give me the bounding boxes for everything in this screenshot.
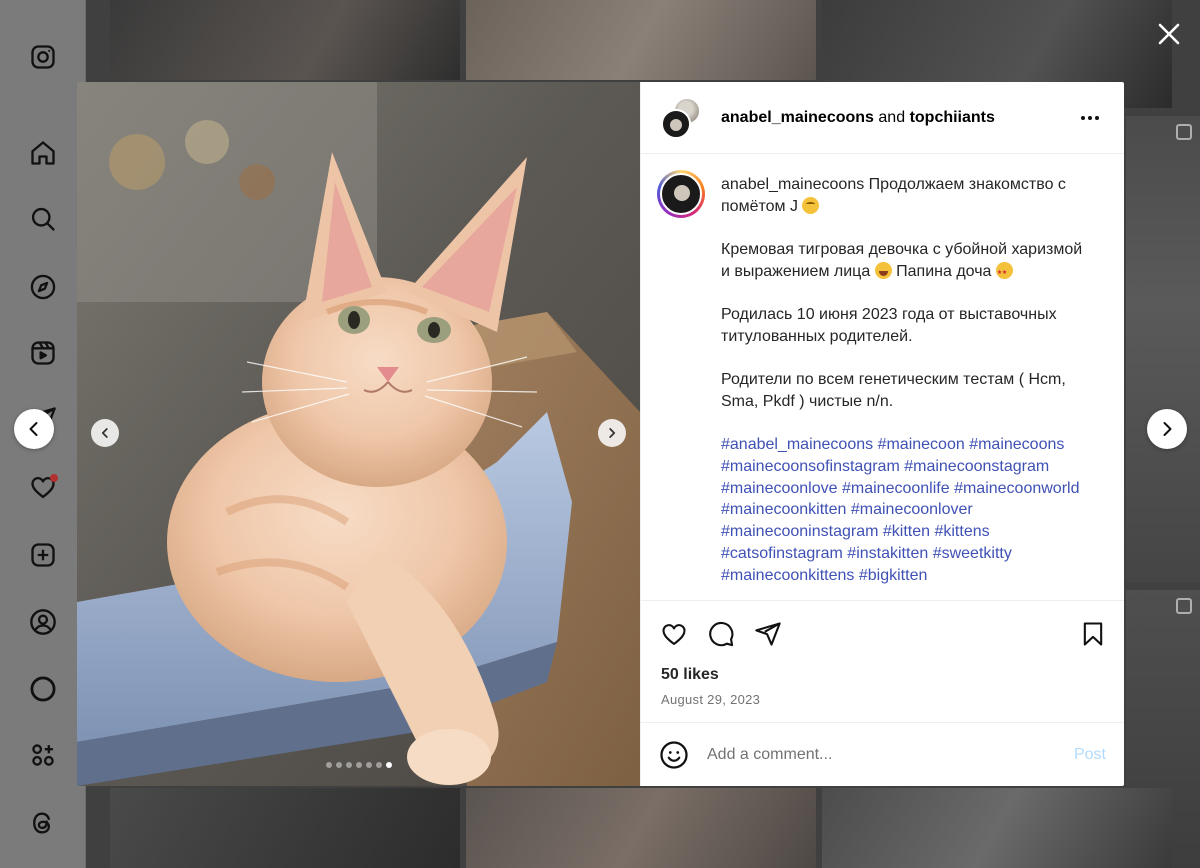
post-date: August 29, 2023 [661, 692, 761, 707]
hashtag-link[interactable]: #mainecoon [878, 436, 965, 453]
more-apps-icon[interactable] [28, 740, 58, 770]
avatar[interactable] [657, 170, 705, 218]
hashtag-link[interactable]: #mainecoonlove [721, 480, 838, 497]
post-caption: anabel_mainecoons Продолжаем знакомство … [721, 170, 1083, 600]
multi-photo-icon [1176, 124, 1192, 140]
carousel-next-button[interactable] [598, 419, 626, 447]
hashtag-link[interactable]: #catsofinstagram [721, 545, 843, 562]
next-post-button[interactable] [1147, 409, 1187, 449]
hashtag-link[interactable]: #mainecoonworld [954, 480, 1079, 497]
close-icon [1158, 23, 1180, 45]
grid-tile[interactable] [110, 788, 460, 868]
carousel-dot [325, 762, 332, 768]
star-struck-emoji-icon [995, 261, 1013, 284]
share-button[interactable] [753, 619, 783, 649]
like-button[interactable] [659, 619, 689, 649]
explore-icon[interactable] [28, 272, 58, 302]
hashtag-link[interactable]: #mainecoonkitten [721, 501, 846, 518]
chevron-left-icon [29, 422, 38, 436]
hashtag-link[interactable]: #instakitten [847, 545, 928, 562]
grid-tile[interactable] [466, 0, 816, 80]
comment-icon [709, 621, 734, 646]
hashtag-link[interactable]: #anabel_mainecoons [721, 436, 873, 453]
create-icon[interactable] [28, 540, 58, 570]
hashtag-link[interactable]: #mainecoonstagram [904, 458, 1049, 475]
grid-tile[interactable] [1126, 116, 1200, 582]
multi-photo-icon [1176, 598, 1192, 614]
notification-dot [50, 474, 58, 482]
grid-tile[interactable] [110, 0, 460, 80]
collaborator-link[interactable]: topchiiants [910, 109, 995, 126]
chevron-right-icon [609, 428, 616, 438]
carousel-dots [77, 762, 640, 768]
likes-count[interactable]: 50 likes [641, 666, 1124, 690]
avatar[interactable] [661, 108, 691, 139]
carousel-dot [335, 762, 342, 768]
hashtag-link[interactable]: #mainecoonsofinstagram [721, 458, 900, 475]
hashtag-link[interactable]: #mainecoonlife [842, 480, 950, 497]
share-icon [755, 621, 781, 646]
caption-paragraph-4: Родители по всем генетическим тестам ( H… [721, 371, 1066, 410]
post-side-panel: anabel_mainecoons and topchiiants anabel… [640, 82, 1124, 786]
post-modal: anabel_mainecoons and topchiiants anabel… [77, 82, 1124, 786]
author-link[interactable]: anabel_mainecoons [721, 109, 874, 126]
save-button[interactable] [1078, 619, 1108, 649]
grid-tile[interactable] [822, 788, 1172, 868]
collab-avatars[interactable] [661, 96, 703, 139]
hashtag-link[interactable]: #bigkitten [859, 567, 928, 584]
hashtag-link[interactable]: #kittens [934, 523, 989, 540]
more-options-button[interactable] [1078, 108, 1102, 128]
caption-username[interactable]: anabel_mainecoons [721, 176, 864, 193]
carousel-previous-button[interactable] [91, 419, 119, 447]
post-actions [641, 600, 1124, 666]
post-header: anabel_mainecoons and topchiiants [641, 82, 1124, 154]
hugging-face-emoji-icon [802, 196, 820, 214]
authors-joiner: and [878, 108, 906, 126]
caption-section: anabel_mainecoons Продолжаем знакомство … [641, 154, 1124, 600]
emoji-picker-icon[interactable] [659, 740, 689, 770]
caption-hashtags: #anabel_mainecoons #mainecoon #mainecoon… [721, 434, 1083, 586]
hashtag-link[interactable]: #kitten [883, 523, 930, 540]
kitten-photo [77, 82, 640, 786]
hashtag-link[interactable]: #mainecooninstagram [721, 523, 878, 540]
hashtag-link[interactable]: #mainecoonkittens [721, 567, 854, 584]
hashtag-link[interactable]: #mainecoons [969, 436, 1064, 453]
post-authors: anabel_mainecoons and topchiiants [721, 109, 995, 127]
carousel-dot [375, 762, 382, 768]
comment-bar: Post [641, 722, 1124, 786]
post-media[interactable] [77, 82, 640, 786]
profile-icon[interactable] [28, 607, 58, 637]
hashtag-link[interactable]: #mainecoonlover [851, 501, 973, 518]
search-icon[interactable] [28, 204, 58, 234]
caption-paragraph-3: Родилась 10 июня 2023 года от выставочны… [721, 306, 1057, 345]
more-horizontal-icon [1081, 116, 1099, 120]
caption-paragraph-2-tail: Папина доча [896, 262, 992, 280]
previous-post-button[interactable] [14, 409, 54, 449]
laughing-face-emoji-icon [874, 261, 892, 279]
chevron-left-icon [101, 428, 108, 438]
carousel-dot [365, 762, 372, 768]
comment-input[interactable] [707, 745, 1074, 764]
carousel-dot [345, 762, 352, 768]
grid-tile[interactable] [466, 788, 816, 868]
home-icon[interactable] [28, 138, 58, 168]
reels-icon[interactable] [28, 338, 58, 368]
heart-icon [662, 623, 686, 645]
hashtag-link[interactable]: #sweetkitty [933, 545, 1012, 562]
close-button[interactable] [1153, 18, 1185, 50]
carousel-dot [385, 762, 392, 768]
chevron-right-icon [1163, 422, 1172, 436]
threads-ring-icon[interactable] [28, 674, 58, 704]
comment-button[interactable] [706, 619, 736, 649]
carousel-dot [355, 762, 362, 768]
threads-icon[interactable] [28, 808, 58, 838]
instagram-logo-icon[interactable] [28, 42, 58, 72]
bookmark-icon [1083, 621, 1103, 646]
notifications-icon[interactable] [28, 472, 58, 502]
post-comment-button[interactable]: Post [1074, 746, 1106, 764]
